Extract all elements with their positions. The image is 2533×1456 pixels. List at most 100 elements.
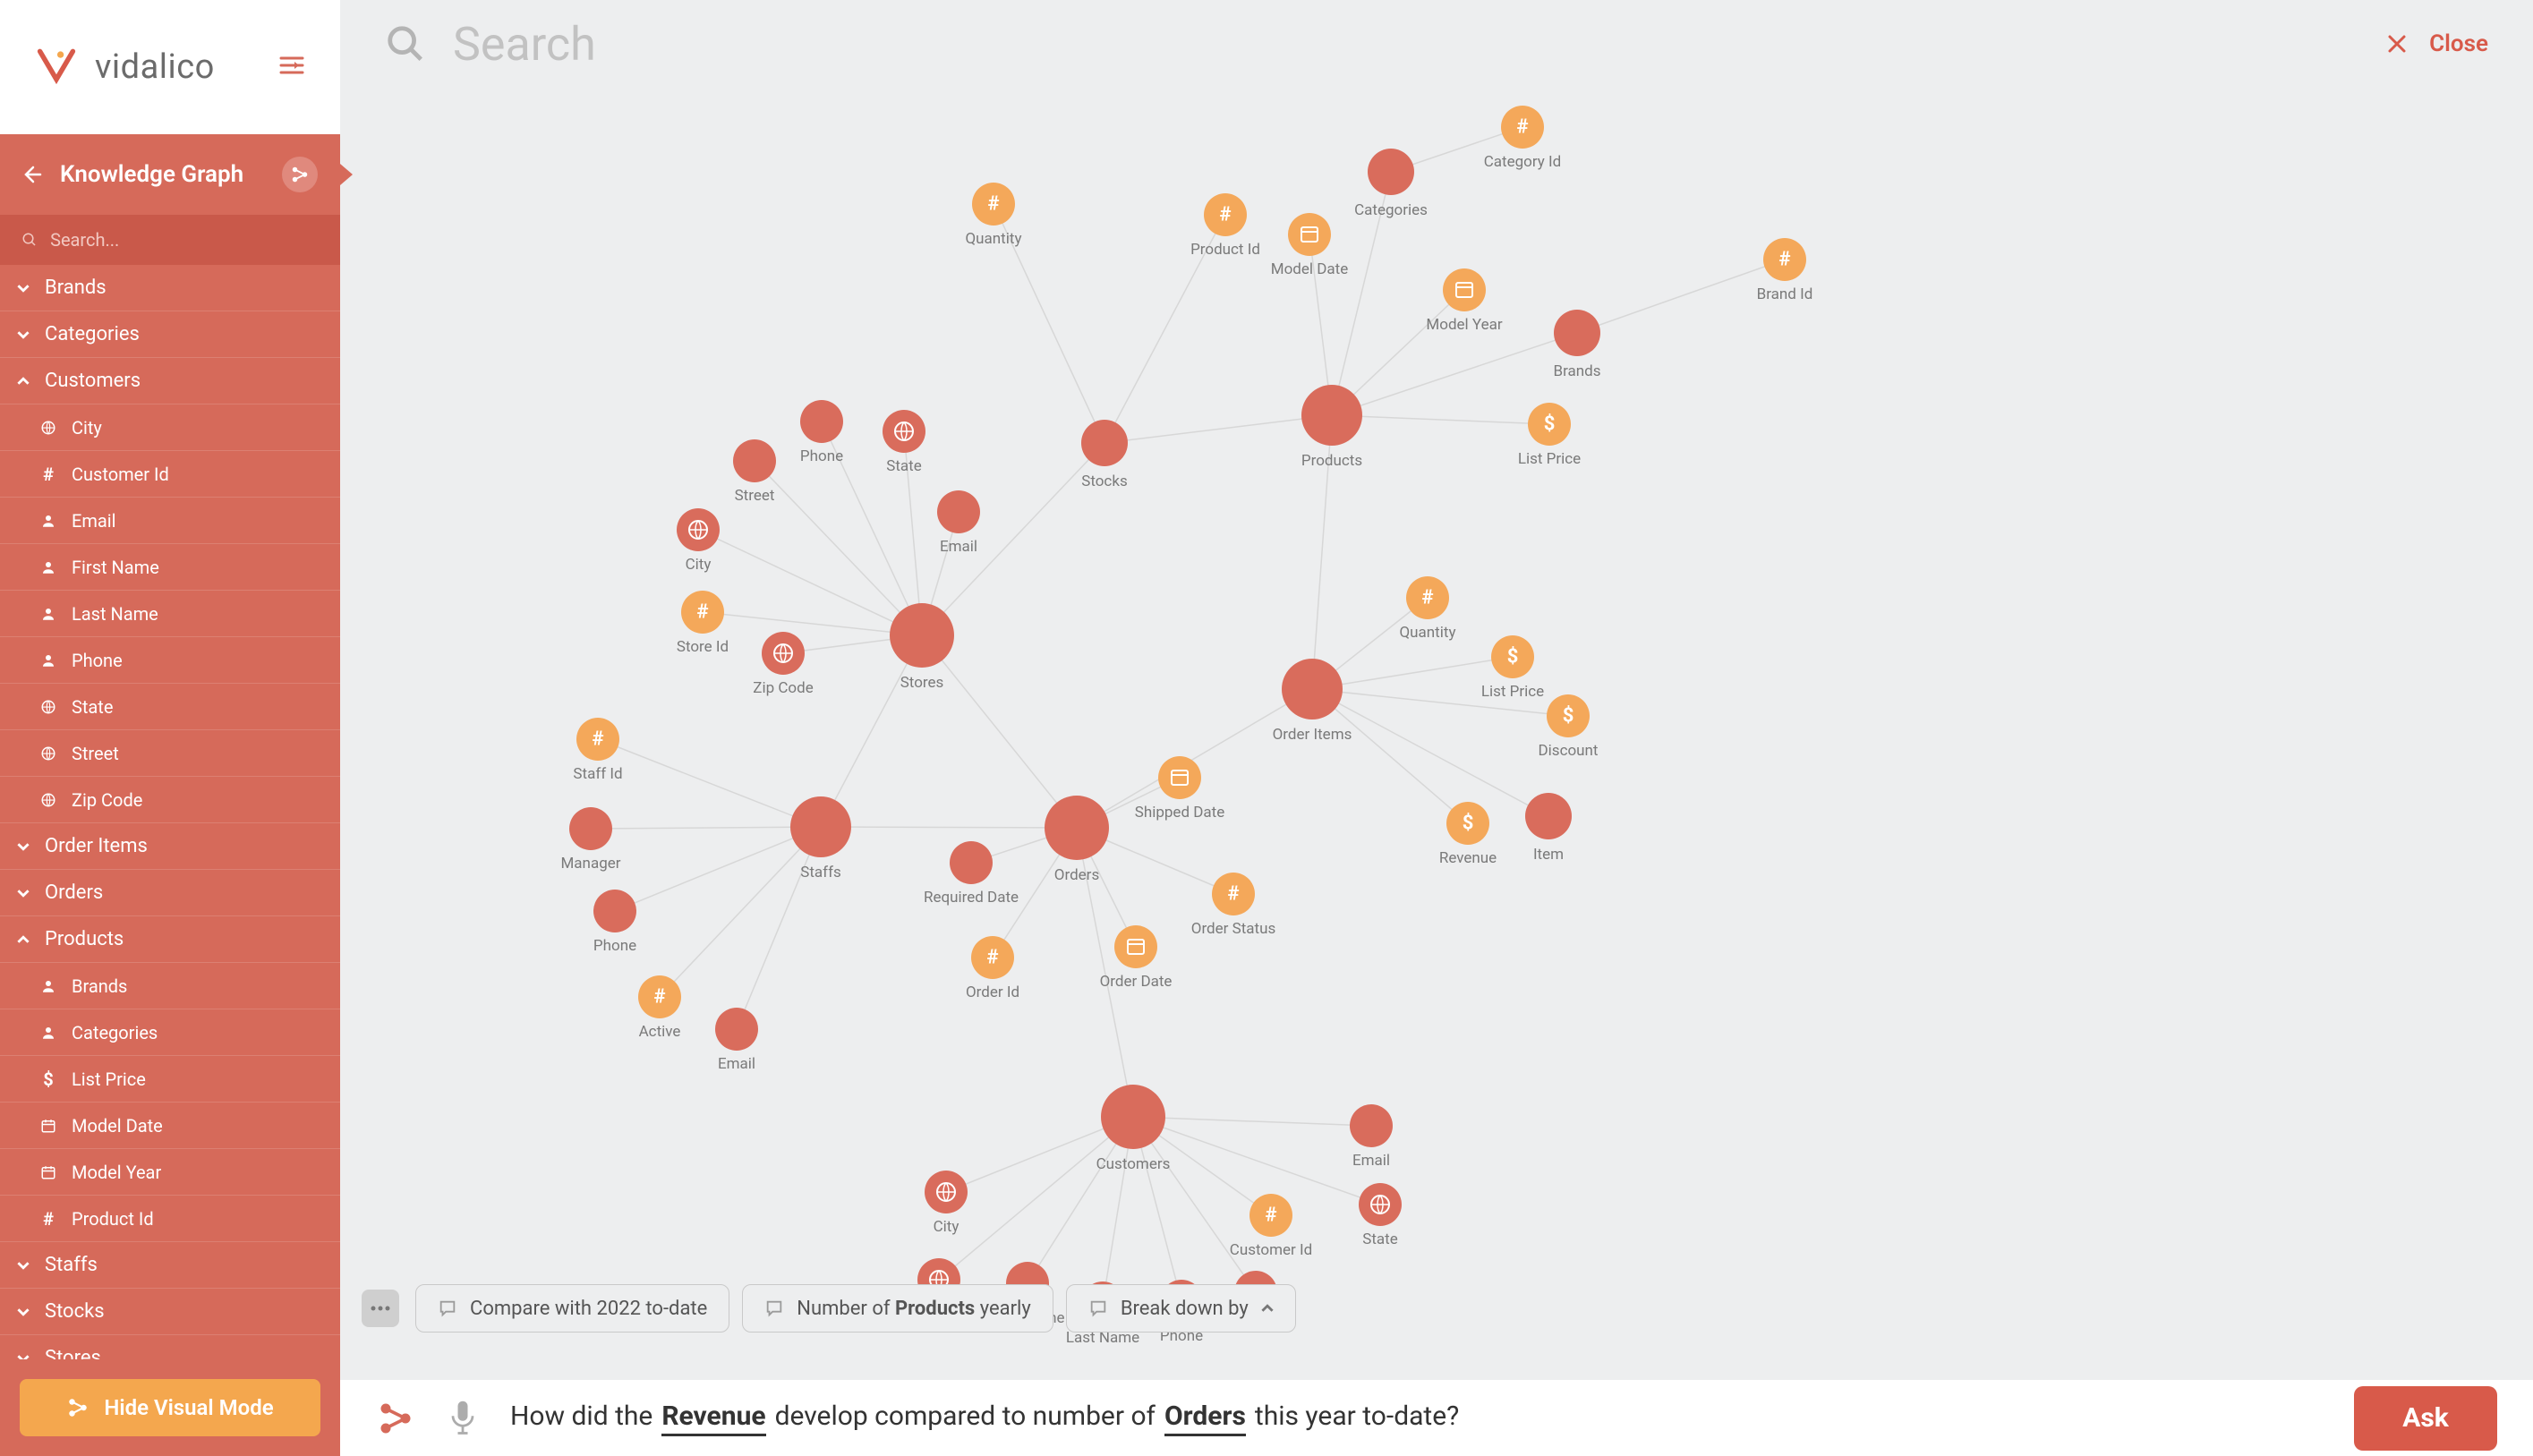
svg-text:#: # [653,986,665,1009]
tree-search[interactable] [0,215,340,265]
graph-attr[interactable] [950,841,993,884]
header-title: Knowledge Graph [60,161,243,188]
graph-attr[interactable] [937,490,980,533]
suggestion-bar: Compare with 2022 to-date Number of Produ… [340,1277,2533,1340]
tree-child-model-date[interactable]: Model Date [0,1103,340,1149]
graph-attr[interactable] [569,807,612,850]
svg-text:List Price: List Price [1518,450,1581,468]
graph-entity-stores[interactable] [890,603,954,668]
graph-attr[interactable] [1158,756,1201,799]
graph-attr[interactable] [1114,925,1157,968]
svg-text:Item: Item [1533,846,1564,864]
svg-text:Order Status: Order Status [1191,920,1276,938]
tree-item-orders[interactable]: Orders [0,870,340,916]
graph-attr[interactable] [715,1008,758,1051]
tree-child-email[interactable]: Email [0,498,340,544]
tree-child-product-id[interactable]: #Product Id [0,1196,340,1242]
svg-text:#: # [986,947,998,969]
knowledge-graph-canvas[interactable]: StoresStocksProductsCategoriesBrandsOrde… [340,88,2533,1380]
microphone-icon[interactable] [448,1399,478,1438]
svg-text:#: # [1516,116,1528,139]
svg-text:Product Id: Product Id [1190,241,1260,259]
svg-text:$: $ [1507,646,1519,668]
graph-attr[interactable] [1350,1104,1393,1147]
graph-attr[interactable] [1288,213,1331,256]
svg-text:Discount: Discount [1539,742,1599,760]
logo-bar: vidalico [0,0,340,134]
graph-entity-orders[interactable] [1045,796,1109,860]
svg-text:Category Id: Category Id [1484,153,1562,171]
graph-entity-item[interactable] [1525,793,1572,839]
tree-item-products[interactable]: Products [0,916,340,963]
svg-text:Manager: Manager [560,855,620,873]
tree-item-order-items[interactable]: Order Items [0,823,340,870]
graph-entity-categories[interactable] [1368,149,1414,195]
svg-text:State: State [1362,1230,1397,1248]
suggestion-pill[interactable]: Compare with 2022 to-date [415,1284,729,1333]
svg-text:Customers: Customers [1096,1155,1171,1173]
tree-search-input[interactable] [50,229,319,251]
tree-child-city[interactable]: City [0,404,340,451]
svg-text:Order Date: Order Date [1100,973,1173,991]
tree-child-state[interactable]: State [0,684,340,730]
tree-item-categories[interactable]: Categories [0,311,340,358]
svg-text:$: $ [1563,705,1574,728]
svg-text:Zip Code: Zip Code [753,679,813,697]
tree-item-stocks[interactable]: Stocks [0,1289,340,1335]
chat-icon [438,1298,457,1318]
graph-entity-staffs[interactable] [790,796,851,857]
tree-item-staffs[interactable]: Staffs [0,1242,340,1289]
chevron-up-icon [1261,1302,1274,1315]
ask-button[interactable]: Ask [2354,1386,2497,1451]
svg-text:Stocks: Stocks [1081,473,1127,490]
graph-attr[interactable] [800,400,843,443]
svg-text:#: # [1778,249,1790,271]
graph-mode-icon [282,157,318,192]
suggestion-pill[interactable]: Number of Products yearly [742,1284,1053,1333]
graph-icon[interactable] [376,1399,415,1438]
close-button[interactable]: Close [2386,30,2488,57]
tree-child-brands[interactable]: Brands [0,963,340,1009]
knowledge-graph-header[interactable]: Knowledge Graph [0,134,340,215]
svg-text:#: # [696,601,708,624]
svg-text:$: $ [1544,413,1556,436]
tree-child-zip-code[interactable]: Zip Code [0,777,340,823]
hide-visual-mode-button[interactable]: Hide Visual Mode [20,1379,320,1436]
graph-attr[interactable] [733,439,776,482]
tree-child-phone[interactable]: Phone [0,637,340,684]
top-search-placeholder[interactable]: Search [453,17,596,72]
question-input[interactable]: How did the Revenue develop compared to … [510,1401,1459,1436]
ask-bar: How did the Revenue develop compared to … [340,1380,2533,1456]
tree-item-customers[interactable]: Customers [0,358,340,404]
tree-item-stores[interactable]: Stores [0,1335,340,1359]
tree-child-list-price[interactable]: $List Price [0,1056,340,1103]
search-icon[interactable] [385,23,426,64]
svg-text:Active: Active [639,1023,681,1041]
entity-tree: BrandsCategoriesCustomersCity#Customer I… [0,265,340,1359]
graph-entity-products[interactable] [1301,385,1362,446]
svg-text:Brands: Brands [1553,362,1600,380]
tree-child-last-name[interactable]: Last Name [0,591,340,637]
graph-entity-customers[interactable] [1101,1085,1165,1149]
svg-text:Phone: Phone [593,937,636,955]
menu-toggle-icon[interactable] [279,55,304,80]
more-suggestions-button[interactable] [362,1290,399,1327]
svg-text:#: # [1227,883,1239,906]
graph-entity-brands[interactable] [1554,310,1600,356]
graph-entity-orderitems[interactable] [1282,659,1343,719]
suggestion-pill[interactable]: Break down by [1066,1284,1296,1333]
svg-text:Model Year: Model Year [1426,316,1502,334]
tree-child-customer-id[interactable]: #Customer Id [0,451,340,498]
svg-text:Staff Id: Staff Id [573,765,622,783]
tree-child-street[interactable]: Street [0,730,340,777]
svg-text:Email: Email [718,1055,755,1073]
graph-entity-stocks[interactable] [1081,420,1128,466]
tree-child-categories[interactable]: Categories [0,1009,340,1056]
tree-item-brands[interactable]: Brands [0,265,340,311]
graph-attr[interactable] [1443,268,1486,311]
svg-text:Phone: Phone [800,447,843,465]
graph-attr[interactable] [593,890,636,932]
tree-child-model-year[interactable]: Model Year [0,1149,340,1196]
tree-child-first-name[interactable]: First Name [0,544,340,591]
logo-text: vidalico [95,47,215,87]
